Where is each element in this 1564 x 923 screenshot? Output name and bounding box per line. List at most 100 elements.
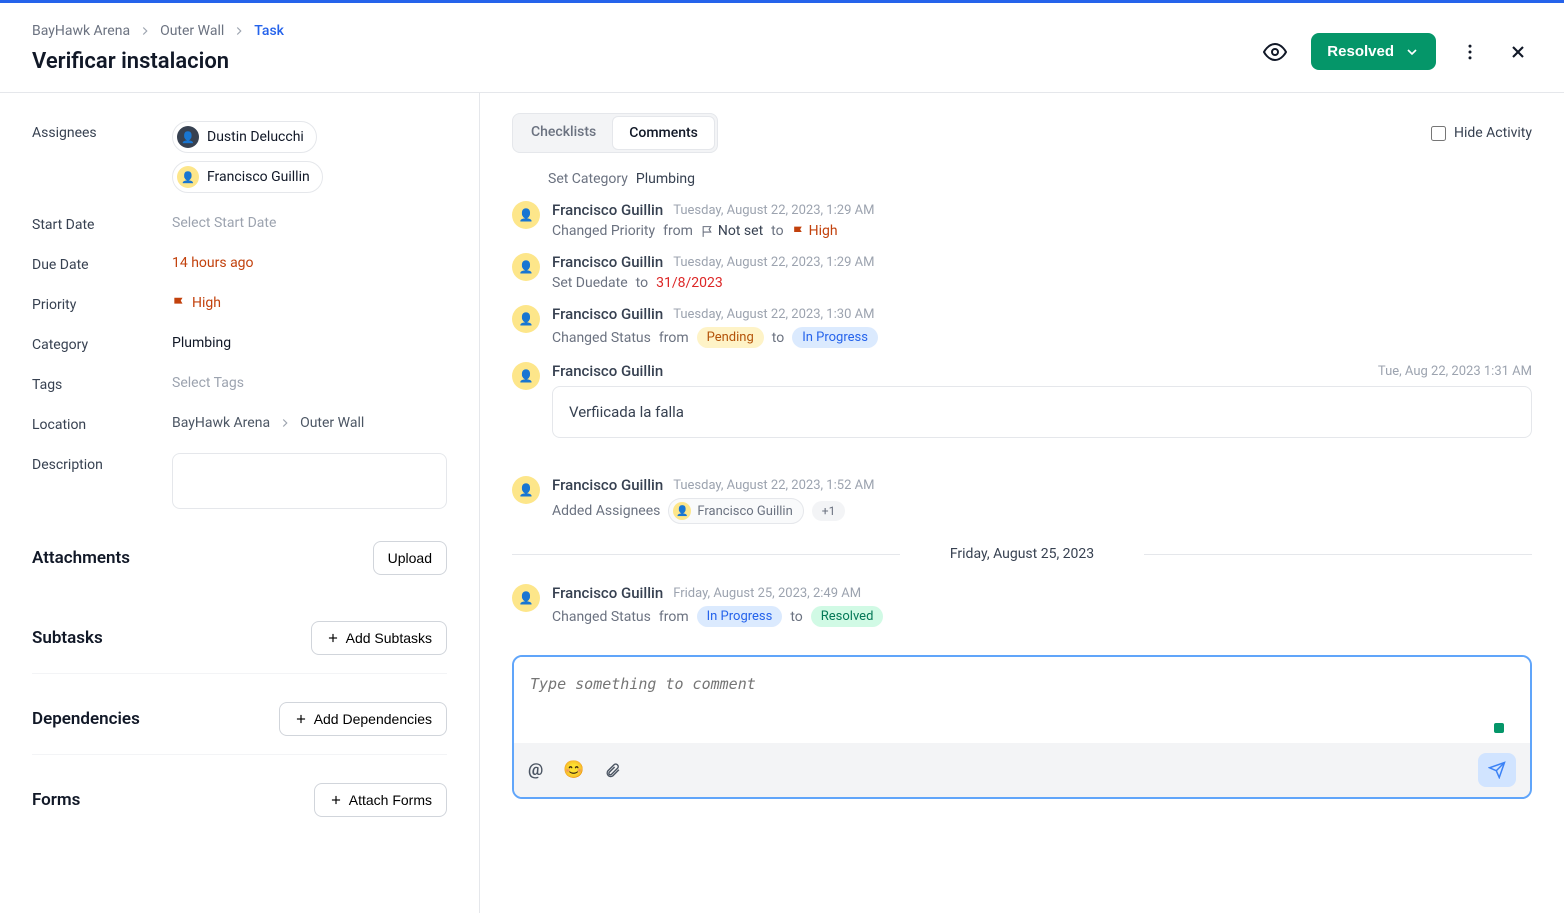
status-badge: Pending — [697, 327, 764, 348]
button-label: Attach Forms — [349, 792, 432, 808]
priority-value[interactable]: High — [172, 295, 447, 311]
flag-icon — [172, 296, 186, 310]
page-title: Verificar instalacion — [32, 49, 1259, 74]
tab-comments[interactable]: Comments — [612, 116, 715, 150]
hide-activity-toggle[interactable]: Hide Activity — [1431, 125, 1532, 141]
due-date-value[interactable]: 14 hours ago — [172, 255, 447, 271]
activity-item: 👤 Francisco Guillin Tuesday, August 22, … — [512, 253, 1532, 291]
start-date-input[interactable]: Select Start Date — [172, 215, 447, 231]
activity-item: 👤 Francisco Guillin Friday, August 25, 2… — [512, 584, 1532, 627]
assignee-chip[interactable]: 👤 Francisco Guillin — [172, 161, 323, 193]
add-subtasks-button[interactable]: Add Subtasks — [311, 621, 447, 655]
category-value[interactable]: Plumbing — [172, 335, 447, 351]
tabs: Checklists Comments — [512, 113, 718, 153]
activity-word: to — [636, 275, 648, 291]
assignee-chip[interactable]: 👤 Dustin Delucchi — [172, 121, 317, 153]
more-options-button[interactable] — [1456, 38, 1484, 66]
activity-action: Changed Status — [552, 330, 651, 346]
avatar-icon: 👤 — [512, 362, 540, 390]
attach-forms-button[interactable]: Attach Forms — [314, 783, 447, 817]
close-icon — [1508, 42, 1528, 62]
presence-indicator — [1494, 723, 1504, 733]
status-button[interactable]: Resolved — [1311, 33, 1436, 70]
activity-action: Added Assignees — [552, 503, 660, 519]
paperclip-icon — [604, 762, 621, 779]
date-divider: Friday, August 25, 2023 — [512, 546, 1532, 562]
button-label: Add Dependencies — [314, 711, 432, 727]
description-label: Description — [32, 453, 172, 473]
send-icon — [1488, 761, 1506, 779]
activity-word: from — [663, 223, 693, 239]
chevron-right-icon — [138, 24, 152, 38]
status-badge: Resolved — [811, 606, 884, 627]
status-badge: In Progress — [792, 327, 878, 348]
breadcrumb-level-1[interactable]: BayHawk Arena — [32, 23, 130, 39]
status-badge: In Progress — [697, 606, 783, 627]
close-button[interactable] — [1504, 38, 1532, 66]
tags-label: Tags — [32, 373, 172, 393]
assignee-name: Dustin Delucchi — [207, 129, 304, 145]
subtasks-section: Subtasks Add Subtasks — [32, 621, 447, 674]
activity-word: to — [790, 609, 802, 625]
add-dependencies-button[interactable]: Add Dependencies — [279, 702, 447, 736]
activity-timestamp: Friday, August 25, 2023, 2:49 AM — [673, 586, 861, 601]
task-details-panel: Assignees 👤 Dustin Delucchi 👤 Francisco … — [0, 93, 480, 913]
activity-author: Francisco Guillin — [552, 584, 663, 602]
description-input[interactable] — [172, 453, 447, 509]
watch-button[interactable] — [1259, 36, 1291, 68]
attach-button[interactable] — [604, 762, 621, 779]
activity-timestamp: Tuesday, August 22, 2023, 1:30 AM — [673, 307, 874, 322]
assignee-chip: 👤 Francisco Guillin — [668, 498, 803, 524]
activity-timestamp: Tuesday, August 22, 2023, 1:29 AM — [673, 203, 874, 218]
activity-item: 👤 Francisco Guillin Tuesday, August 22, … — [512, 476, 1532, 524]
activity-value: Not set — [718, 223, 763, 239]
activity-author: Francisco Guillin — [552, 476, 663, 494]
activity-action: Changed Status — [552, 609, 651, 625]
chevron-down-icon — [1404, 44, 1420, 60]
eye-icon — [1263, 40, 1287, 64]
upload-button[interactable]: Upload — [373, 541, 447, 575]
dependencies-section: Dependencies Add Dependencies — [32, 702, 447, 755]
activity-timestamp: Tuesday, August 22, 2023, 1:29 AM — [673, 255, 874, 270]
tags-input[interactable]: Select Tags — [172, 375, 447, 391]
forms-title: Forms — [32, 790, 80, 810]
priority-text: High — [192, 295, 221, 311]
activity-author: Francisco Guillin — [552, 253, 663, 271]
activity-word: from — [659, 609, 689, 625]
avatar-icon: 👤 — [177, 126, 199, 148]
attachments-section: Attachments Upload — [32, 541, 447, 593]
chip-label: Francisco Guillin — [697, 504, 792, 519]
avatar-icon: 👤 — [512, 305, 540, 333]
comment-author: Francisco Guillin — [552, 362, 663, 380]
activity-author: Francisco Guillin — [552, 305, 663, 323]
activity-word: to — [771, 223, 783, 239]
forms-section: Forms Attach Forms — [32, 783, 447, 835]
avatar-icon: 👤 — [512, 476, 540, 504]
tab-checklists[interactable]: Checklists — [515, 116, 612, 150]
location-value[interactable]: BayHawk Arena Outer Wall — [172, 415, 447, 431]
activity-word: to — [772, 330, 784, 346]
assignees-label: Assignees — [32, 121, 172, 141]
emoji-button[interactable]: 😊 — [563, 760, 584, 780]
activity-item: 👤 Francisco Guillin Tuesday, August 22, … — [512, 305, 1532, 348]
comment-text: Verfiicada la falla — [552, 386, 1532, 438]
category-label: Category — [32, 333, 172, 353]
dependencies-title: Dependencies — [32, 709, 140, 729]
mention-button[interactable]: @ — [528, 760, 543, 780]
flag-icon — [792, 225, 805, 238]
activity-action: Set Duedate — [552, 275, 628, 291]
breadcrumb-level-3: Task — [254, 23, 284, 39]
plus-icon — [326, 631, 340, 645]
comment-composer: @ 😊 — [512, 655, 1532, 799]
send-button[interactable] — [1478, 753, 1516, 787]
header: BayHawk Arena Outer Wall Task Verificar … — [0, 3, 1564, 93]
flag-icon — [701, 225, 714, 238]
start-date-label: Start Date — [32, 213, 172, 233]
comment-item: 👤 Francisco Guillin Tue, Aug 22, 2023 1:… — [512, 362, 1532, 438]
location-part: BayHawk Arena — [172, 415, 270, 431]
activity-value: High — [809, 223, 838, 239]
comment-input[interactable] — [514, 657, 1530, 739]
breadcrumb-level-2[interactable]: Outer Wall — [160, 23, 224, 39]
button-label: Add Subtasks — [346, 630, 432, 646]
hide-activity-checkbox[interactable] — [1431, 126, 1446, 141]
